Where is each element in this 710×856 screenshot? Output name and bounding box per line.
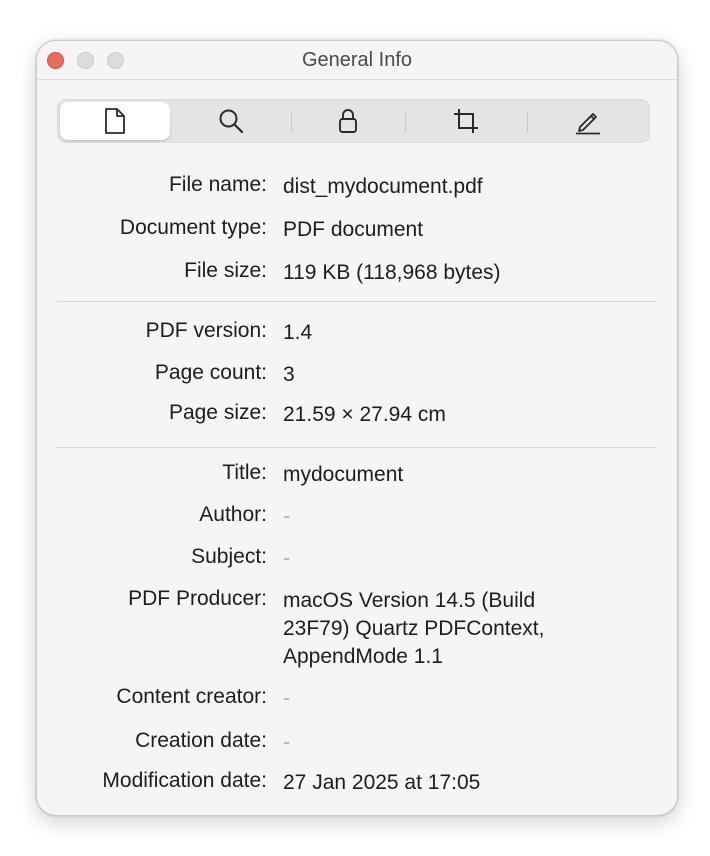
pdf-producer-value-line-3: AppendMode 1.1 xyxy=(283,645,443,668)
tab-divider xyxy=(291,111,292,132)
file-size-label: File size: xyxy=(184,259,267,282)
title-value: mydocument xyxy=(283,463,404,486)
pdf-version-label: PDF version: xyxy=(145,319,267,342)
page-size-label: Page size: xyxy=(168,401,267,424)
modification-date-value: 27 Jan 2025 at 17:05 xyxy=(283,771,481,794)
modification-date-label: Modification date: xyxy=(102,769,267,792)
document-type-value: PDF document xyxy=(283,218,424,241)
pdf-producer-value-line-2: 23F79) Quartz PDFContext, xyxy=(283,617,545,640)
inspector-tab-bar xyxy=(57,99,650,143)
page-count-value: 3 xyxy=(283,363,295,386)
tab-crop[interactable] xyxy=(407,100,525,142)
general-info-window: General Info File name: dist_mydocument.… xyxy=(36,40,678,816)
author-value: - xyxy=(283,505,290,528)
window-title: General Info xyxy=(301,49,413,71)
author-label: Author: xyxy=(199,503,267,526)
pdf-producer-value-line-1: macOS Version 14.5 (Build xyxy=(283,589,536,612)
tab-divider xyxy=(405,111,406,132)
magnifier-icon xyxy=(217,107,245,135)
section-divider xyxy=(57,301,657,302)
page-size-value: 21.59 × 27.94 cm xyxy=(283,403,446,426)
page-count-label: Page count: xyxy=(154,361,267,384)
content-creator-value: - xyxy=(283,687,290,710)
tab-keywords[interactable] xyxy=(174,100,288,142)
file-size-value: 119 KB (118,968 bytes) xyxy=(283,261,501,284)
subject-label: Subject: xyxy=(191,545,267,568)
tab-general-info[interactable] xyxy=(60,102,170,140)
tab-divider xyxy=(527,111,528,132)
title-label: Title: xyxy=(222,461,267,484)
creation-date-label: Creation date: xyxy=(135,729,267,752)
creation-date-value: - xyxy=(283,731,290,754)
file-name-label: File name: xyxy=(168,173,267,196)
tab-encryption[interactable] xyxy=(293,100,403,142)
title-bar: General Info xyxy=(37,41,677,80)
document-type-label: Document type: xyxy=(119,216,267,239)
section-divider xyxy=(57,447,657,448)
document-icon xyxy=(103,107,127,135)
file-name-value: dist_mydocument.pdf xyxy=(283,175,483,198)
subject-value: - xyxy=(283,547,290,570)
pdf-version-value: 1.4 xyxy=(283,321,313,344)
content-creator-label: Content creator: xyxy=(116,685,267,708)
lock-icon xyxy=(337,107,359,135)
crop-icon xyxy=(452,107,480,135)
tab-annotations[interactable] xyxy=(529,100,647,142)
pdf-producer-label: PDF Producer: xyxy=(128,587,267,610)
pencil-icon xyxy=(574,107,602,135)
